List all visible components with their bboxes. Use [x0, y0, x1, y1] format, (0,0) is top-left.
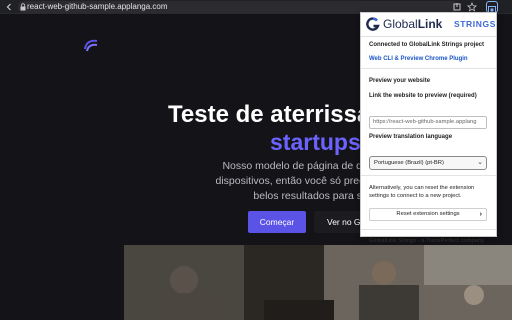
chevron-down-icon: ⌄	[477, 159, 483, 166]
divider	[361, 229, 496, 230]
site-logo-icon[interactable]	[83, 37, 99, 53]
language-select[interactable]: Portuguese (Brazil) (pt-BR) ⌄	[369, 156, 487, 170]
lock-icon	[20, 3, 26, 11]
reset-note-line: settings to connect to a new project.	[369, 193, 462, 199]
reset-settings-button[interactable]: Reset extension settings ›	[369, 208, 487, 221]
url-text: react-web-github-sample.applanga.com	[27, 2, 168, 11]
preview-url-input[interactable]: https://react-web-github-sample.applang	[369, 116, 487, 129]
brand-global: Global	[383, 17, 418, 31]
brand-name: GlobalLink	[383, 17, 442, 32]
preview-heading: Preview your website	[369, 78, 431, 84]
reset-note-line: Alternatively, you can reset the extensi…	[369, 185, 475, 191]
hero-title: Teste de aterrissa	[168, 101, 371, 128]
brand-strings: STRINGS	[454, 19, 496, 29]
divider	[361, 175, 496, 176]
globallink-logo-icon	[366, 17, 380, 31]
hero-photo	[124, 245, 512, 320]
language-label: Preview translation language	[369, 134, 453, 140]
start-button[interactable]: Começar	[248, 211, 306, 233]
chevron-right-icon: ›	[479, 211, 482, 218]
globallink-extension-popup: GlobalLink STRINGS Connected to GlobalLi…	[360, 12, 497, 244]
share-icon[interactable]	[452, 2, 462, 12]
language-select-value: Portuguese (Brazil) (pt-BR)	[374, 160, 444, 166]
back-icon[interactable]	[4, 2, 14, 12]
reset-note: Alternatively, you can reset the extensi…	[369, 184, 491, 200]
brand-link: Link	[417, 17, 443, 31]
divider	[361, 68, 496, 69]
hero-accent-title: startups	[270, 129, 361, 155]
connected-status: Connected to GlobalLink Strings project	[369, 42, 485, 48]
reset-settings-label: Reset extension settings	[396, 211, 460, 217]
link-label: Link the website to preview (required)	[369, 93, 477, 99]
popup-footer: GlobalLink Strings - a TransPerfect comp…	[369, 238, 485, 244]
star-icon[interactable]	[466, 1, 478, 12]
plugin-link[interactable]: Web CLI & Preview Chrome Plugin	[369, 55, 468, 63]
popup-header: GlobalLink STRINGS	[361, 13, 496, 37]
